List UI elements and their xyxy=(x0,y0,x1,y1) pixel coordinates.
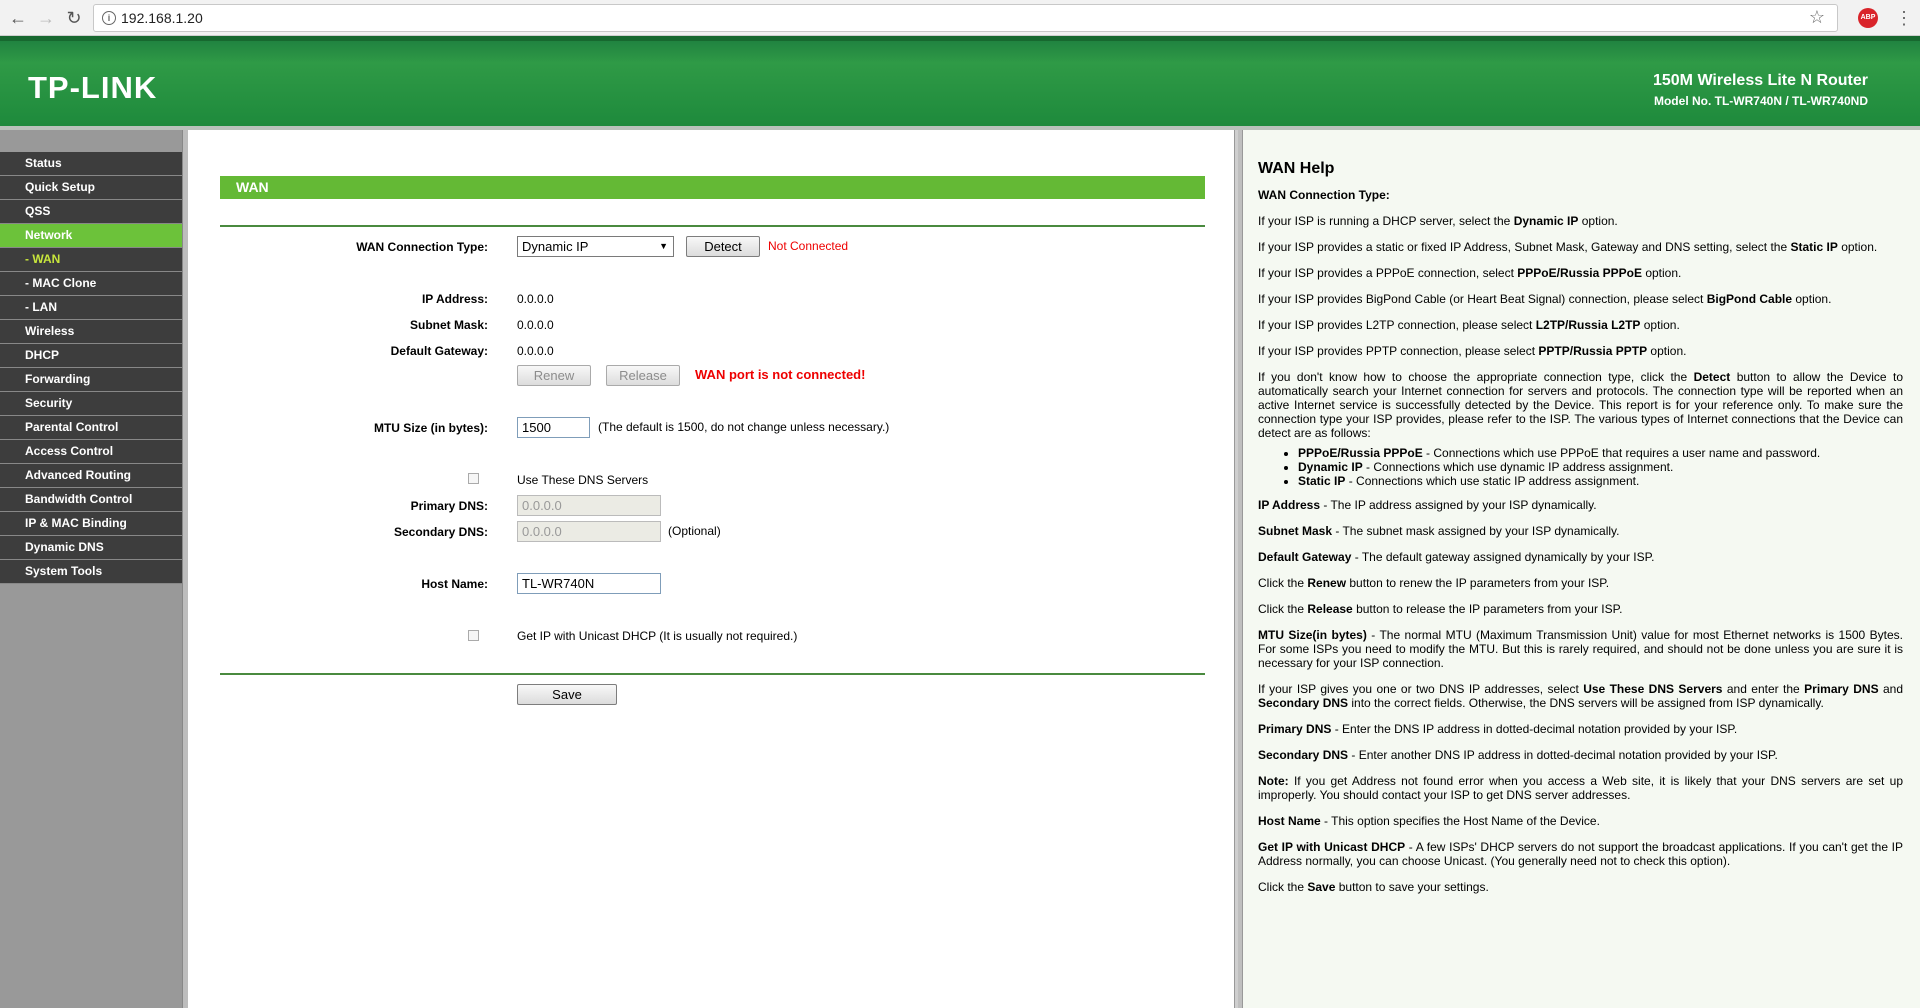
help-paragraph: MTU Size(in bytes) - The normal MTU (Max… xyxy=(1258,628,1903,670)
help-paragraph: Note: If you get Address not found error… xyxy=(1258,774,1903,802)
help-paragraph: Click the Save button to save your setti… xyxy=(1258,880,1489,894)
sidebar-item-network[interactable]: Network xyxy=(0,224,182,248)
sidebar-item-parental-control[interactable]: Parental Control xyxy=(0,416,182,440)
sidebar-item-wireless[interactable]: Wireless xyxy=(0,320,182,344)
list-item: PPPoE/Russia PPPoE - Connections which u… xyxy=(1298,446,1903,460)
help-paragraph: If you don't know how to choose the appr… xyxy=(1258,370,1903,440)
help-title: WAN Help xyxy=(1258,160,1335,177)
mtu-size-input[interactable]: 1500 xyxy=(517,417,590,438)
sidebar-item-mac-clone[interactable]: - MAC Clone xyxy=(0,272,182,296)
divider-bottom xyxy=(220,673,1205,675)
sidebar-item-wan[interactable]: - WAN xyxy=(0,248,182,272)
sidebar-item-qss[interactable]: QSS xyxy=(0,200,182,224)
default-gateway-label: Default Gateway: xyxy=(390,344,488,358)
host-name-label: Host Name: xyxy=(421,577,488,591)
back-arrow-icon[interactable]: ← xyxy=(6,6,30,30)
mtu-size-label: MTU Size (in bytes): xyxy=(373,421,488,435)
wan-connection-type-label: WAN Connection Type: xyxy=(356,240,488,254)
sidebar-item-quick-setup[interactable]: Quick Setup xyxy=(0,176,182,200)
help-content: WAN Help WAN Connection Type: If your IS… xyxy=(1258,160,1904,906)
wan-connection-type-select[interactable]: Dynamic IP ▼ xyxy=(517,236,674,257)
use-dns-checkbox[interactable] xyxy=(468,473,479,484)
save-button[interactable]: Save xyxy=(517,684,617,705)
sidebar-item-security[interactable]: Security xyxy=(0,392,182,416)
subnet-mask-value: 0.0.0.0 xyxy=(517,318,554,332)
detect-button[interactable]: Detect xyxy=(686,236,760,257)
unicast-dhcp-label: Get IP with Unicast DHCP (It is usually … xyxy=(517,629,798,643)
release-button[interactable]: Release xyxy=(606,365,680,386)
sidebar-item-system-tools[interactable]: System Tools xyxy=(0,560,182,584)
wan-port-status: WAN port is not connected! xyxy=(695,367,866,382)
sidebar-item-status[interactable]: Status xyxy=(0,152,182,176)
sidebar-item-access-control[interactable]: Access Control xyxy=(0,440,182,464)
forward-arrow-icon[interactable]: → xyxy=(34,6,58,30)
model-number: Model No. TL-WR740N / TL-WR740ND xyxy=(1653,94,1868,108)
help-list: PPPoE/Russia PPPoE - Connections which u… xyxy=(1258,446,1903,488)
help-paragraph: Secondary DNS - Enter another DNS IP add… xyxy=(1258,748,1778,762)
sidebar-item-advanced-routing[interactable]: Advanced Routing xyxy=(0,464,182,488)
page-title: WAN xyxy=(220,176,1205,199)
dropdown-arrow-icon: ▼ xyxy=(659,241,668,251)
adblock-icon[interactable]: ABP xyxy=(1858,8,1878,28)
help-paragraph: Default Gateway - The default gateway as… xyxy=(1258,550,1655,564)
help-paragraph: If your ISP provides PPTP connection, pl… xyxy=(1258,344,1687,358)
help-paragraph: If your ISP gives you one or two DNS IP … xyxy=(1258,682,1904,710)
list-item: Dynamic IP - Connections which use dynam… xyxy=(1298,460,1903,474)
help-frame-divider[interactable] xyxy=(1238,130,1243,1008)
divider-top xyxy=(220,225,1205,227)
help-panel: WAN Help WAN Connection Type: If your IS… xyxy=(1238,130,1920,1008)
subnet-mask-label: Subnet Mask: xyxy=(409,318,488,332)
sidebar-item-bandwidth-control[interactable]: Bandwidth Control xyxy=(0,488,182,512)
ip-address-value: 0.0.0.0 xyxy=(517,292,554,306)
browser-menu-icon[interactable]: ⋮ xyxy=(1895,6,1913,30)
use-dns-label: Use These DNS Servers xyxy=(517,473,649,487)
tp-link-logo: TP-LINK xyxy=(28,70,158,105)
help-paragraph: If your ISP provides L2TP connection, pl… xyxy=(1258,318,1680,332)
help-paragraph: Click the Renew button to renew the IP p… xyxy=(1258,576,1610,590)
secondary-dns-label: Secondary DNS: xyxy=(393,525,488,539)
renew-button[interactable]: Renew xyxy=(517,365,591,386)
sidebar-item-lan[interactable]: - LAN xyxy=(0,296,182,320)
help-subtitle: WAN Connection Type: xyxy=(1258,188,1390,202)
unicast-dhcp-checkbox[interactable] xyxy=(468,630,479,641)
bookmark-star-icon[interactable]: ☆ xyxy=(1809,7,1825,28)
list-item: Static IP - Connections which use static… xyxy=(1298,474,1903,488)
address-bar[interactable]: i 192.168.1.20 ☆ xyxy=(93,4,1838,32)
main-content: WAN WAN Connection Type: Dynamic IP ▼ De… xyxy=(188,130,1238,1008)
help-paragraph: If your ISP is running a DHCP server, se… xyxy=(1258,214,1618,228)
router-header: TP-LINK 150M Wireless Lite N Router Mode… xyxy=(0,36,1920,126)
help-paragraph: Host Name - This option specifies the Ho… xyxy=(1258,814,1600,828)
mtu-note: (The default is 1500, do not change unle… xyxy=(598,420,890,434)
sidebar: Status Quick Setup QSS Network - WAN - MAC Cl… xyxy=(0,130,188,1008)
sidebar-item-dynamic-dns[interactable]: Dynamic DNS xyxy=(0,536,182,560)
sidebar-menu: Status Quick Setup QSS Network - WAN - MAC Cl… xyxy=(0,152,182,584)
help-paragraph: Click the Release button to release the … xyxy=(1258,602,1623,616)
primary-dns-label: Primary DNS: xyxy=(410,499,488,513)
browser-toolbar: ← → ↻ i 192.168.1.20 ☆ ABP ⋮ xyxy=(0,0,1920,36)
info-icon[interactable]: i xyxy=(102,11,116,25)
reload-icon[interactable]: ↻ xyxy=(62,6,86,30)
help-paragraph: If your ISP provides a PPPoE connection,… xyxy=(1258,266,1682,280)
sidebar-item-dhcp[interactable]: DHCP xyxy=(0,344,182,368)
sidebar-item-forwarding[interactable]: Forwarding xyxy=(0,368,182,392)
optional-note: (Optional) xyxy=(668,524,721,538)
primary-dns-input[interactable]: 0.0.0.0 xyxy=(517,495,661,516)
secondary-dns-input[interactable]: 0.0.0.0 xyxy=(517,521,661,542)
host-name-input[interactable]: TL-WR740N xyxy=(517,573,661,594)
help-paragraph: IP Address - The IP address assigned by … xyxy=(1258,498,1597,512)
help-paragraph: Subnet Mask - The subnet mask assigned b… xyxy=(1258,524,1620,538)
product-name: 150M Wireless Lite N Router xyxy=(1652,72,1868,89)
help-paragraph: If your ISP provides a static or fixed I… xyxy=(1258,240,1878,254)
header-stripe xyxy=(0,36,1920,41)
sidebar-item-ip-mac-binding[interactable]: IP & MAC Binding xyxy=(0,512,182,536)
help-paragraph: If your ISP provides BigPond Cable (or H… xyxy=(1258,292,1832,306)
connection-status: Not Connected xyxy=(768,239,849,253)
help-paragraph: Primary DNS - Enter the DNS IP address i… xyxy=(1258,722,1738,736)
url-text[interactable]: 192.168.1.20 xyxy=(121,10,203,26)
selected-connection-type: Dynamic IP xyxy=(522,239,589,254)
help-paragraph: Get IP with Unicast DHCP - A few ISPs' D… xyxy=(1258,840,1903,868)
default-gateway-value: 0.0.0.0 xyxy=(517,344,554,358)
ip-address-label: IP Address: xyxy=(421,292,488,306)
